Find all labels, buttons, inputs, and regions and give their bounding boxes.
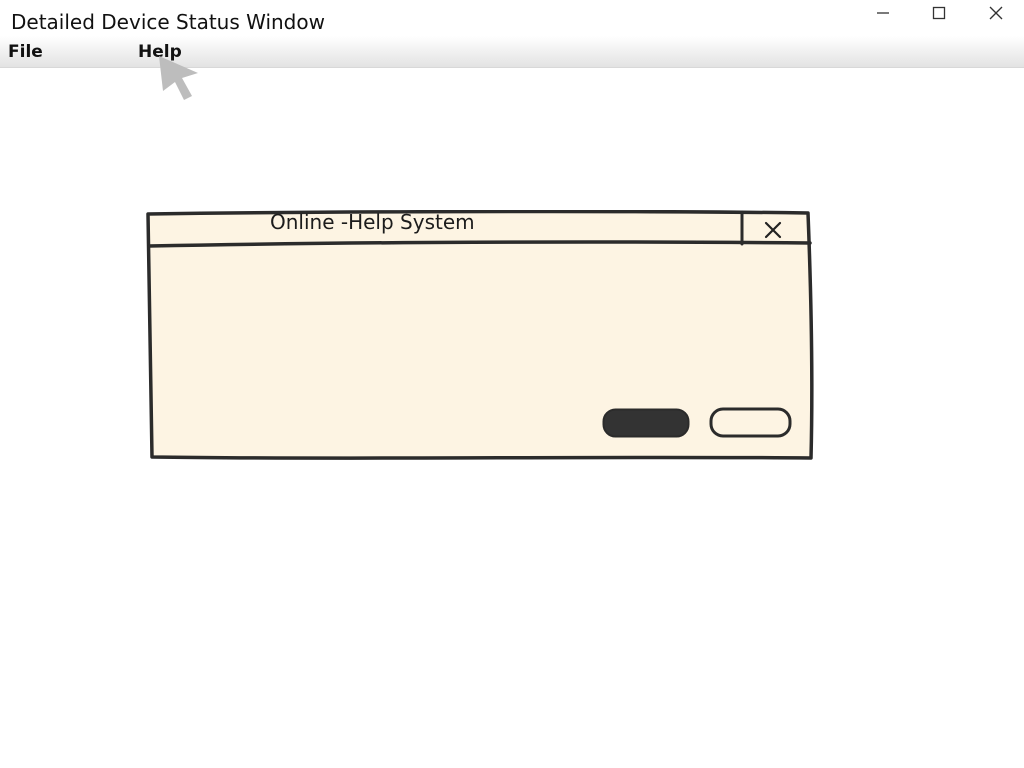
window-title: Detailed Device Status Window: [11, 10, 325, 34]
menu-file[interactable]: File: [8, 41, 43, 63]
menu-bar: File Help: [0, 36, 1024, 68]
app-window: Detailed Device Status Window File Help: [0, 0, 1024, 768]
close-icon: [764, 221, 782, 239]
minimize-icon: [877, 12, 889, 14]
ok-button[interactable]: [602, 408, 690, 438]
window-close-button[interactable]: [973, 0, 1019, 26]
maximize-button[interactable]: [916, 0, 962, 26]
help-dialog: Online -Help System: [146, 210, 814, 462]
ok-button-shape: [602, 408, 690, 438]
cancel-button[interactable]: [709, 407, 792, 439]
dialog-title: Online -Help System: [270, 210, 475, 234]
close-icon: [989, 6, 1003, 20]
mouse-pointer-icon: [159, 56, 198, 100]
title-bar: Detailed Device Status Window: [0, 0, 1024, 36]
maximize-icon: [932, 6, 946, 20]
cancel-button-shape: [709, 407, 792, 438]
minimize-button[interactable]: [860, 0, 906, 26]
dialog-close-button[interactable]: [742, 214, 806, 244]
